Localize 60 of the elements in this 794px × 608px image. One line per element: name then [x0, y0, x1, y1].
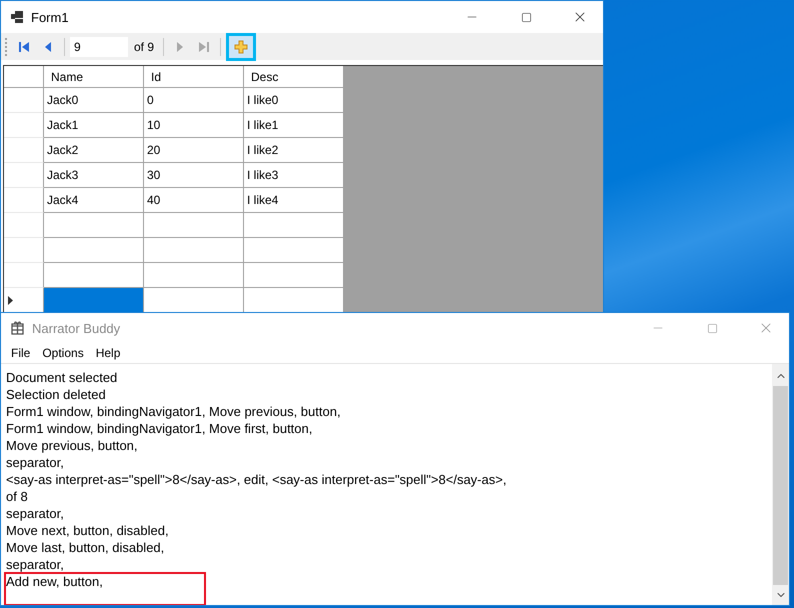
table-cell[interactable]: Jack1: [44, 113, 144, 138]
table-cell[interactable]: I like0: [244, 88, 344, 113]
table-cell[interactable]: 10: [144, 113, 244, 138]
log-line: Move next, button, disabled,: [6, 522, 170, 539]
log-line: Form1 window, bindingNavigator1, Move first, button,: [6, 420, 314, 437]
log-line: Move last, button, disabled,: [6, 539, 166, 556]
table-cell[interactable]: [144, 213, 244, 238]
window-title: Form1: [31, 10, 70, 24]
table-cell[interactable]: [44, 238, 144, 263]
scrollbar-thumb[interactable]: [773, 386, 788, 585]
log-line: Add new, button,: [5, 573, 205, 605]
table-cell[interactable]: [244, 263, 344, 288]
window-title: Narrator Buddy: [32, 320, 122, 336]
position-field[interactable]: 9: [70, 36, 128, 56]
add-new-button[interactable]: [226, 32, 256, 60]
table-cell[interactable]: [244, 213, 344, 238]
gift-box-icon: [11, 321, 24, 335]
table-cell[interactable]: I like2: [244, 138, 344, 163]
first-record-icon: [18, 40, 30, 52]
table-cell[interactable]: 30: [144, 163, 244, 188]
table-cell[interactable]: 40: [144, 188, 244, 213]
window-app-icon: [11, 11, 23, 23]
table-cell[interactable]: Jack3: [44, 163, 144, 188]
table-cell[interactable]: I like1: [244, 113, 344, 138]
table-cell[interactable]: I like3: [244, 163, 344, 188]
table-cell[interactable]: Jack2: [44, 138, 144, 163]
table-cell[interactable]: [44, 263, 144, 288]
menu-item[interactable]: Options: [36, 346, 90, 360]
log-line: Selection deleted: [6, 386, 107, 403]
next-arrow-icon: [176, 40, 184, 52]
table-cell[interactable]: Jack4: [44, 188, 144, 213]
column-header[interactable]: Desc: [244, 66, 344, 88]
current-row-icon: [8, 296, 13, 304]
column-header[interactable]: Id: [144, 66, 244, 88]
table-cell[interactable]: 20: [144, 138, 244, 163]
menu-item[interactable]: File: [5, 346, 36, 360]
record-count: of 9: [133, 40, 156, 54]
table-cell[interactable]: [244, 238, 344, 263]
log-line: of 8: [6, 488, 29, 505]
log-line: separator,: [6, 505, 65, 522]
table-cell[interactable]: [144, 263, 244, 288]
menu-item[interactable]: Help: [90, 346, 126, 360]
log-line: separator,: [6, 556, 65, 573]
table-cell[interactable]: [144, 238, 244, 263]
plus-icon: [234, 40, 248, 54]
table-cell[interactable]: 0: [144, 88, 244, 113]
log-line: <say-as interpret-as="spell">8</say-as>, edit, <say-as interpret-as="spell">8</say-as>,: [6, 471, 508, 488]
table-cell[interactable]: [44, 288, 144, 313]
log-line: Move previous, button,: [6, 437, 139, 454]
table-cell[interactable]: Jack0: [44, 88, 144, 113]
log-line: Document selected: [6, 369, 118, 386]
vertical-scrollbar[interactable]: [772, 364, 789, 605]
maximize-icon[interactable]: [520, 12, 532, 22]
column-header[interactable]: Name: [44, 66, 144, 88]
log-line: separator,: [6, 454, 65, 471]
table-cell[interactable]: [44, 213, 144, 238]
previous-arrow-icon: [44, 40, 52, 52]
last-record-icon: [198, 40, 210, 52]
table-cell[interactable]: I like4: [244, 188, 344, 213]
log-line: Form1 window, bindingNavigator1, Move previous, button,: [6, 403, 342, 420]
